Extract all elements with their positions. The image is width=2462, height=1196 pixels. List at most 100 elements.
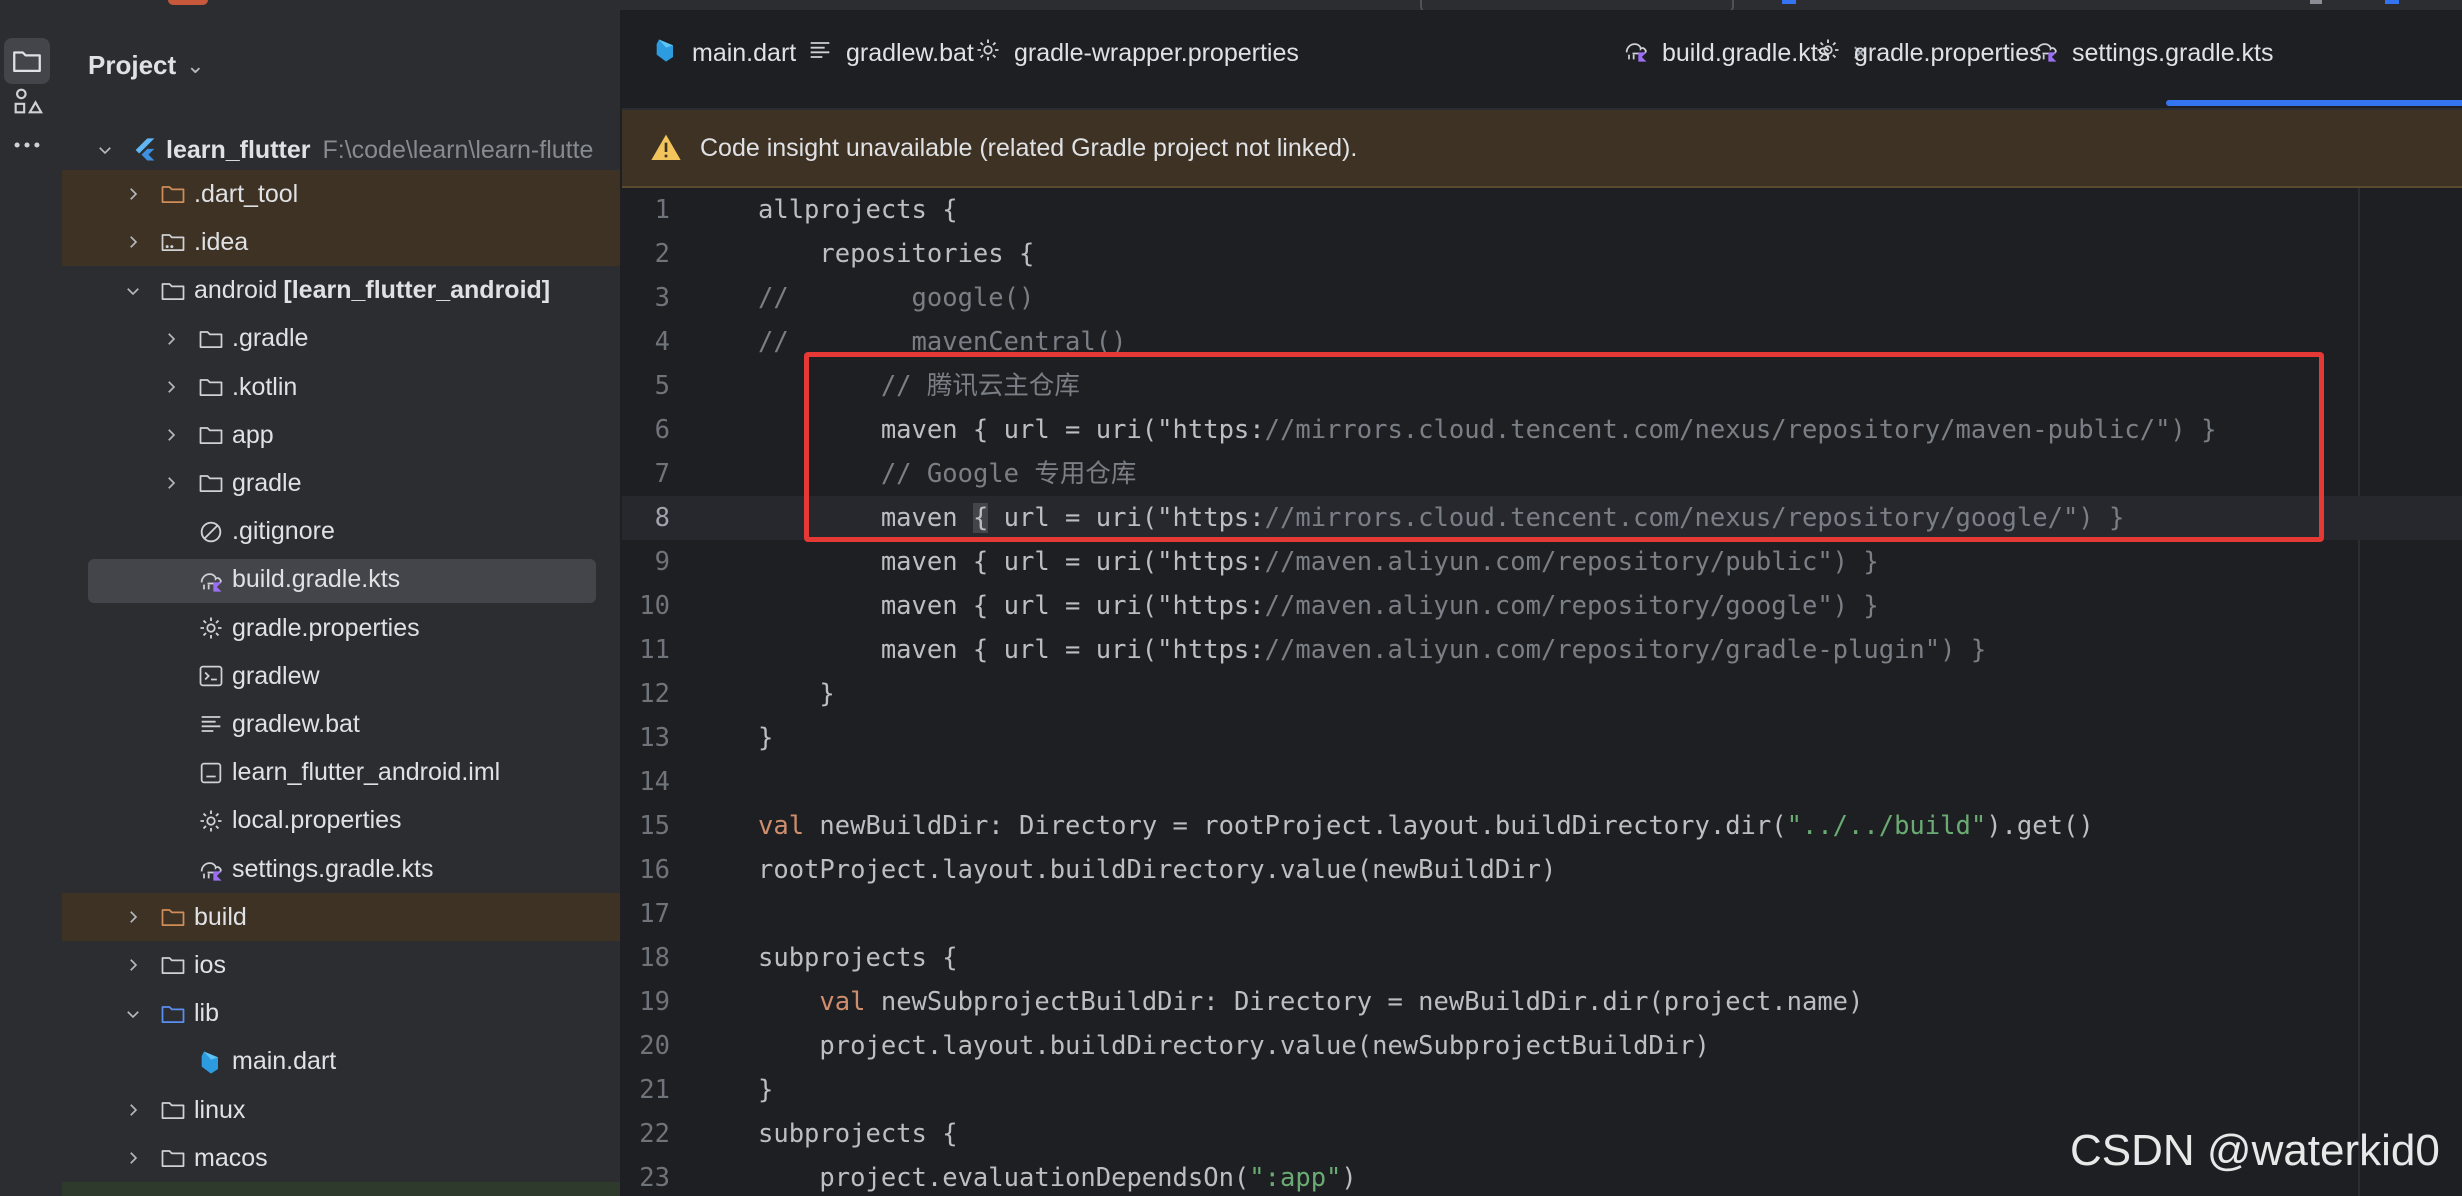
expand-toggle[interactable] [122,1147,144,1169]
code-line[interactable]: 10 maven { url = uri("https://maven.aliy… [622,584,2462,628]
expand-toggle[interactable] [122,183,144,205]
text-file-icon [806,36,834,71]
tab-label: gradle-wrapper.properties [1014,38,1299,67]
more-icon [14,142,40,148]
tree-item[interactable]: .dart_tool [62,170,620,219]
code-line[interactable]: 18 subprojects { [622,936,2462,980]
tree-item[interactable]: build [62,893,620,942]
tree-item-label: settings.gradle.kts [232,854,434,883]
tree-item[interactable]: .gitignore [62,508,620,556]
project-view-selector[interactable]: Project ⌄ [88,50,205,81]
code-line[interactable]: 1 allprojects { [622,188,2462,232]
tree-root-learn-flutter[interactable]: learn_flutter F:\code\learn\learn-flutte [62,126,620,174]
idea-folder-icon [158,227,188,257]
folder-icon [158,1095,188,1125]
tree-item[interactable]: .gradle [62,315,620,363]
tree-item[interactable]: .kotlin [62,363,620,411]
watermark: CSDN @waterkid0 [2070,1126,2440,1175]
expand-toggle[interactable] [122,280,144,302]
code-line[interactable]: 3 // google() [622,276,2462,320]
expand-toggle[interactable] [122,954,144,976]
tree-item[interactable]: gradlew.bat [62,700,620,748]
folder-icon [158,1143,188,1173]
tree-item[interactable]: gradlew [62,652,620,700]
app-menu-button[interactable] [168,0,208,5]
structure-tool-button[interactable] [4,78,50,124]
line-number: 11 [639,635,670,665]
code-line[interactable]: 12 } [622,672,2462,716]
code-line[interactable]: 14 [622,760,2462,804]
code-line[interactable]: 15 val newBuildDir: Directory = rootProje… [622,804,2462,848]
code-line[interactable]: 2 repositories { [622,232,2462,276]
code-text: maven { url = uri("https://maven.aliyun.… [758,591,1879,621]
tree-item[interactable]: app [62,411,620,459]
code-text: maven { url = uri("https://maven.aliyun.… [758,547,1879,577]
code-line[interactable]: 9 maven { url = uri("https://maven.aliyu… [622,540,2462,584]
code-line[interactable]: 11 maven { url = uri("https://maven.aliy… [622,628,2462,672]
tree-item[interactable]: gradle [62,459,620,507]
tab-main-dart[interactable]: main.dart [652,28,796,78]
run-config-icon[interactable] [1782,0,1796,4]
toolbar-icon[interactable] [2310,0,2322,4]
tree-item[interactable]: gradle.properties [62,604,620,652]
code-text: // google() [758,283,1035,313]
line-number: 2 [654,239,670,269]
tree-item[interactable]: main.dart [62,1038,620,1086]
code-line[interactable]: 21} [622,1068,2462,1112]
tree-item-label: gradlew [232,661,320,690]
line-number: 9 [654,547,670,577]
ignore-file-icon [196,517,226,547]
tab-settings-gradle-kts[interactable]: settings.gradle.kts [2032,28,2274,78]
more-tools-button[interactable] [4,122,50,168]
settings-gear-icon [196,806,226,836]
code-line[interactable]: 13} [622,716,2462,760]
tree-item-label: .gradle [232,324,309,353]
tab-gradlew-bat[interactable]: gradlew.bat [806,28,974,78]
highlight-box [804,352,2324,542]
tree-item[interactable]: learn_flutter_android.iml [62,749,620,797]
tab-gradle-properties[interactable]: gradle.properties [1814,28,2042,78]
tree-item-label: app [232,420,274,449]
tree-item[interactable]: build.gradle.kts [62,556,620,604]
expand-toggle[interactable] [122,1003,144,1025]
code-editor[interactable]: 1 allprojects {2 repositories {3 // google… [622,188,2462,1196]
dart-file-icon [196,1047,226,1077]
code-line[interactable]: 16 rootProject.layout.buildDirectory.valu… [622,848,2462,892]
settings-gear-icon [196,613,226,643]
expand-toggle[interactable] [122,906,144,928]
tree-item[interactable]: settings.gradle.kts [62,845,620,893]
expand-toggle[interactable] [160,328,182,350]
code-line[interactable]: 20 project.layout.buildDirectory.value(n… [622,1024,2462,1068]
line-number: 14 [639,767,670,797]
expand-toggle[interactable] [160,472,182,494]
gradle-kts-file-icon [196,854,226,884]
tree-item-label: local.properties [232,806,402,835]
tree-item[interactable]: lib [62,990,620,1038]
expand-toggle[interactable] [122,231,144,253]
code-line[interactable]: 17 [622,892,2462,936]
tree-item[interactable]: local.properties [62,797,620,845]
tree-item[interactable]: ios [62,941,620,989]
tree-item[interactable]: android [learn_flutter_android] [62,267,620,315]
expand-toggle[interactable] [160,424,182,446]
tree-item[interactable]: .idea [62,218,620,267]
tab-label: main.dart [692,38,797,67]
expand-toggle[interactable] [122,1099,144,1121]
dart-file-icon [652,36,680,71]
expand-toggle[interactable] [160,376,182,398]
tree-item[interactable]: macos [62,1134,620,1182]
module-file-icon [196,758,226,788]
account-icon[interactable] [2385,0,2399,4]
active-tab-indicator [2166,100,2462,106]
code-line[interactable]: 19 val newSubprojectBuildDir: Directory … [622,980,2462,1024]
tab-gradle-wrapper-properties[interactable]: gradle-wrapper.properties [974,28,1299,78]
gradle-kts-file-icon [2032,36,2060,71]
expand-toggle[interactable] [94,139,116,161]
code-text: subprojects { [758,1119,958,1149]
tree-item[interactable]: test [62,1182,620,1196]
tree-item[interactable]: linux [62,1086,620,1134]
source-folder-icon [158,999,188,1029]
title-bar [0,0,2462,14]
tab-label: gradlew.bat [846,38,974,67]
code-text: val newSubprojectBuildDir: Directory = n… [819,987,1864,1017]
